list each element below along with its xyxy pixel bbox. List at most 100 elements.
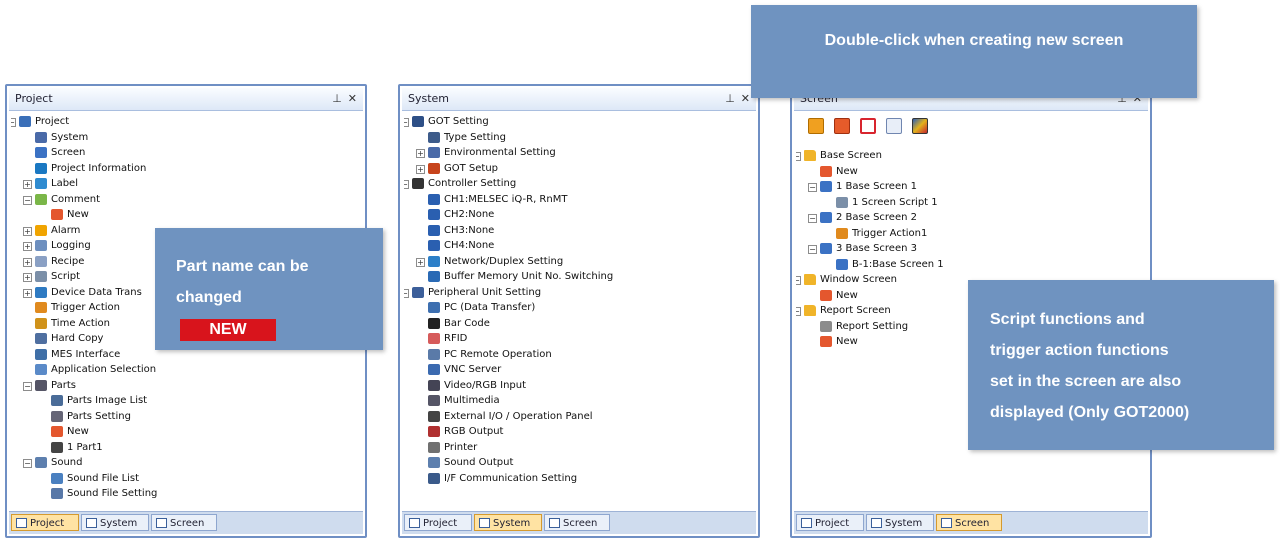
collapse-icon[interactable]: − [23,381,32,391]
tree-item[interactable]: B-1:Base Screen 1 [796,257,1146,273]
tab-system[interactable]: System [474,514,542,531]
tree-item[interactable]: + Label [11,176,361,192]
new-screen-icon[interactable] [834,118,850,134]
collapse-icon[interactable]: − [808,214,817,223]
tree-item[interactable]: − Peripheral Unit Setting [404,285,754,301]
tree-item[interactable]: CH3:None [404,223,754,239]
tab-project[interactable]: Project [404,514,472,531]
tree-item[interactable]: RFID [404,331,754,347]
tree-item[interactable]: Buffer Memory Unit No. Switching [404,269,754,285]
label-icon [35,178,47,189]
tree-item[interactable]: PC Remote Operation [404,347,754,363]
open-folder-icon[interactable] [808,118,824,134]
expand-icon[interactable]: + [23,288,32,298]
tree-item[interactable]: PC (Data Transfer) [404,300,754,316]
collapse-icon[interactable]: − [808,245,817,254]
tree-item[interactable]: Screen [11,145,361,161]
tree-item[interactable]: CH2:None [404,207,754,223]
tree-item-label: Hard Copy [51,333,104,344]
tree-item[interactable]: − Project [11,114,361,130]
tree-item[interactable]: − 2 Base Screen 2 [796,210,1146,226]
collapse-icon[interactable]: − [404,180,409,189]
tree-item-label: Device Data Trans [51,286,142,298]
tree-item[interactable]: + Network/Duplex Setting [404,254,754,270]
tree-item-label: CH3:None [444,224,495,236]
collapse-icon[interactable]: − [796,152,801,161]
pin-icon[interactable]: ⊥ [725,92,735,105]
tree-item-label: Project Information [51,162,147,174]
expand-icon[interactable]: + [416,149,425,158]
tree-item[interactable]: − 1 Base Screen 1 [796,179,1146,195]
collapse-icon[interactable]: − [796,307,801,316]
tree-item[interactable]: Application Selection [11,362,361,378]
report-icon [820,320,832,332]
tree-item[interactable]: CH4:None [404,238,754,254]
expand-icon[interactable]: + [416,257,425,267]
tree-item[interactable]: − Base Screen [796,148,1146,164]
tab-screen[interactable]: Screen [544,514,610,531]
tree-item[interactable]: Type Setting [404,130,754,146]
expand-icon[interactable]: + [23,180,32,189]
tree-item[interactable]: RGB Output [404,424,754,440]
collapse-icon[interactable]: − [23,195,32,205]
parts-image-icon [51,395,63,406]
tree-item[interactable]: CH1:MELSEC iQ-R, RnMT [404,192,754,208]
pin-icon[interactable]: ⊥ [332,92,342,105]
tree-item[interactable]: Project Information [11,161,361,177]
tree-item[interactable]: Parts Setting [11,409,361,425]
tab-project[interactable]: Project [11,514,79,531]
tab-system[interactable]: System [81,514,149,531]
tree-item[interactable]: − 3 Base Screen 3 [796,241,1146,257]
collapse-icon[interactable]: − [23,459,32,468]
tree-item[interactable]: 1 Part1 [11,440,361,456]
tree-item[interactable]: New [11,424,361,440]
collapse-icon[interactable]: − [404,118,409,127]
tab-system[interactable]: System [866,514,934,531]
tree-item[interactable]: Trigger Action1 [796,226,1146,242]
tree-item[interactable]: − Comment [11,192,361,208]
tree-item-label: Application Selection [51,364,157,375]
tree-item[interactable]: Video/RGB Input [404,378,754,394]
callout-line: Part name can be [176,258,309,275]
tree-item[interactable]: − Parts [11,378,361,394]
tree-item[interactable]: + GOT Setup [404,161,754,177]
tree-item[interactable]: Parts Image List [11,393,361,409]
tree-item[interactable]: Bar Code [404,316,754,332]
expand-icon[interactable]: + [416,164,425,174]
tree-item[interactable]: New [796,164,1146,180]
close-icon[interactable]: ✕ [741,92,750,105]
tree-item[interactable]: − GOT Setting [404,114,754,130]
tree-item[interactable]: Printer [404,440,754,456]
tab-project[interactable]: Project [796,514,864,531]
tab-screen[interactable]: Screen [151,514,217,531]
tree-item[interactable]: New [11,207,361,223]
tree-item[interactable]: Sound Output [404,455,754,471]
expand-icon[interactable]: + [23,273,32,282]
copy-icon[interactable] [886,118,902,134]
folder-icon [804,305,816,316]
collapse-icon[interactable]: − [404,288,409,298]
expand-icon[interactable]: + [23,242,32,251]
tree-item[interactable]: − Sound [11,455,361,471]
tree-item[interactable]: VNC Server [404,362,754,378]
tree-item[interactable]: 1 Screen Script 1 [796,195,1146,211]
collapse-icon[interactable]: − [808,183,817,192]
tab-screen[interactable]: Screen [936,514,1002,531]
tree-item[interactable]: System [11,130,361,146]
tree-item[interactable]: + Environmental Setting [404,145,754,161]
close-icon[interactable]: ✕ [348,92,357,105]
expand-icon[interactable]: + [23,226,32,236]
image-icon[interactable] [912,118,928,134]
tree-item[interactable]: I/F Communication Setting [404,471,754,487]
collapse-icon[interactable]: − [796,276,801,285]
tree-item[interactable]: External I/O / Operation Panel [404,409,754,425]
tree-item[interactable]: Multimedia [404,393,754,409]
expand-icon[interactable]: + [23,257,32,267]
channel-icon [428,240,440,251]
tree-item[interactable]: Sound File List [11,471,361,487]
tree-item[interactable]: − Controller Setting [404,176,754,192]
screen-list-icon[interactable] [860,118,876,134]
screen-toolbar [794,112,1148,142]
tree-item[interactable]: Sound File Setting [11,486,361,502]
collapse-icon[interactable]: − [11,118,16,127]
